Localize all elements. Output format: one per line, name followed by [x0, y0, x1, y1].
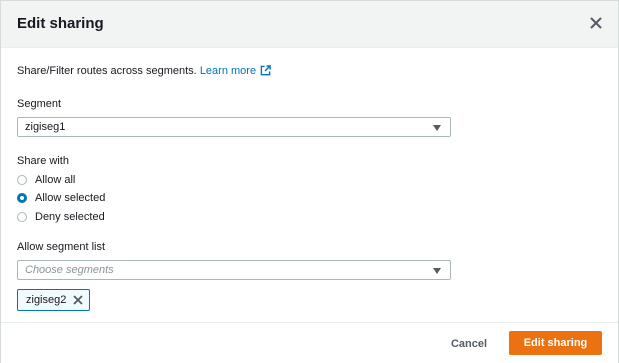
modal-header: Edit sharing: [1, 1, 618, 48]
modal-title: Edit sharing: [17, 15, 104, 32]
learn-more-label[interactable]: Learn more: [200, 65, 256, 77]
edit-sharing-modal: Edit sharing Share/Filter routes across …: [0, 0, 619, 363]
radio-label: Deny selected: [35, 211, 105, 223]
allow-segment-list-label: Allow segment list: [17, 241, 106, 253]
segment-label: Segment: [17, 98, 62, 110]
segment-list-placeholder: Choose segments: [25, 264, 114, 276]
learn-more-link[interactable]: Learn more: [200, 65, 271, 77]
radio-label: Allow selected: [35, 192, 106, 204]
external-link-icon[interactable]: [260, 65, 271, 76]
edit-sharing-button[interactable]: Edit sharing: [509, 331, 602, 355]
radio-button[interactable]: [17, 193, 27, 203]
segment-list-select[interactable]: Choose segments: [17, 260, 451, 280]
radio-button[interactable]: [17, 175, 27, 185]
caret-down-icon: [433, 268, 441, 274]
close-icon[interactable]: [588, 15, 604, 31]
modal-footer: Cancel Edit sharing: [1, 322, 618, 363]
segment-select[interactable]: zigiseg1: [17, 117, 451, 137]
segment-select-value: zigiseg1: [25, 121, 66, 133]
segment-token: zigiseg2: [17, 289, 90, 311]
description-text: Share/Filter routes across segments.: [17, 65, 197, 77]
cancel-button[interactable]: Cancel: [441, 334, 497, 354]
remove-token-icon[interactable]: [73, 295, 83, 305]
modal-description: Share/Filter routes across segments. Lea…: [17, 65, 271, 77]
radio-label: Allow all: [35, 174, 76, 186]
share-with-label: Share with: [17, 155, 69, 167]
token-label: zigiseg2: [26, 294, 67, 306]
radio-button[interactable]: [17, 212, 27, 222]
caret-down-icon: [433, 125, 441, 131]
